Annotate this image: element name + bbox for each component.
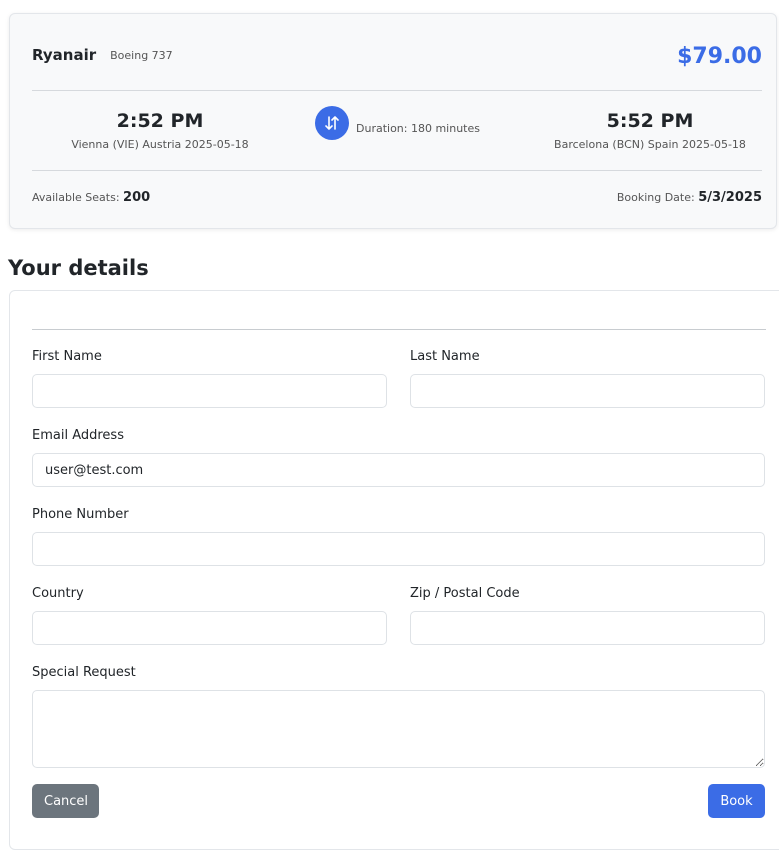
available-seats: Available Seats: 200 xyxy=(32,190,150,205)
departure-time: 2:52 PM xyxy=(116,110,204,132)
airline-name: Ryanair xyxy=(32,46,97,64)
flight-summary-card: Ryanair Boeing 737 $79.00 2:52 PM Vienna… xyxy=(9,13,777,229)
swap-arrows-icon xyxy=(315,106,349,140)
zip-label: Zip / Postal Code xyxy=(410,586,520,601)
zip-input[interactable] xyxy=(410,611,765,645)
book-button[interactable]: Book xyxy=(708,784,765,818)
last-name-label: Last Name xyxy=(410,349,480,364)
country-label: Country xyxy=(32,586,84,601)
airline-row: Ryanair Boeing 737 xyxy=(32,46,762,64)
last-name-input[interactable] xyxy=(410,374,765,408)
divider xyxy=(32,90,762,91)
divider xyxy=(32,170,762,171)
special-request-textarea[interactable] xyxy=(32,690,765,768)
email-input[interactable] xyxy=(32,453,765,487)
booking-date-value: 5/3/2025 xyxy=(698,190,762,205)
arrival-block: 5:52 PM Barcelona (BCN) Spain 2025-05-18 xyxy=(540,110,760,151)
divider xyxy=(32,329,766,330)
booking-date-label: Booking Date: xyxy=(616,191,695,204)
available-seats-label: Available Seats: xyxy=(32,191,120,204)
available-seats-value: 200 xyxy=(123,190,151,205)
special-request-label: Special Request xyxy=(32,665,136,680)
departure-block: 2:52 PM Vienna (VIE) Austria 2025-05-18 xyxy=(50,110,270,151)
booking-date: Booking Date: 5/3/2025 xyxy=(617,190,762,205)
aircraft-model: Boeing 737 xyxy=(110,48,173,62)
flight-duration: Duration: 180 minutes xyxy=(356,122,480,135)
departure-place: Vienna (VIE) Austria 2025-05-18 xyxy=(71,138,249,151)
cancel-button[interactable]: Cancel xyxy=(32,784,99,818)
phone-input[interactable] xyxy=(32,532,765,566)
first-name-label: First Name xyxy=(32,349,102,364)
flight-price: $79.00 xyxy=(677,44,762,69)
first-name-input[interactable] xyxy=(32,374,387,408)
phone-label: Phone Number xyxy=(32,507,129,522)
arrival-time: 5:52 PM xyxy=(606,110,694,132)
details-form: First Name Last Name Email Address Phone… xyxy=(9,290,779,850)
email-label: Email Address xyxy=(32,428,124,443)
section-title: Your details xyxy=(8,256,149,280)
arrival-place: Barcelona (BCN) Spain 2025-05-18 xyxy=(554,138,746,151)
country-input[interactable] xyxy=(32,611,387,645)
